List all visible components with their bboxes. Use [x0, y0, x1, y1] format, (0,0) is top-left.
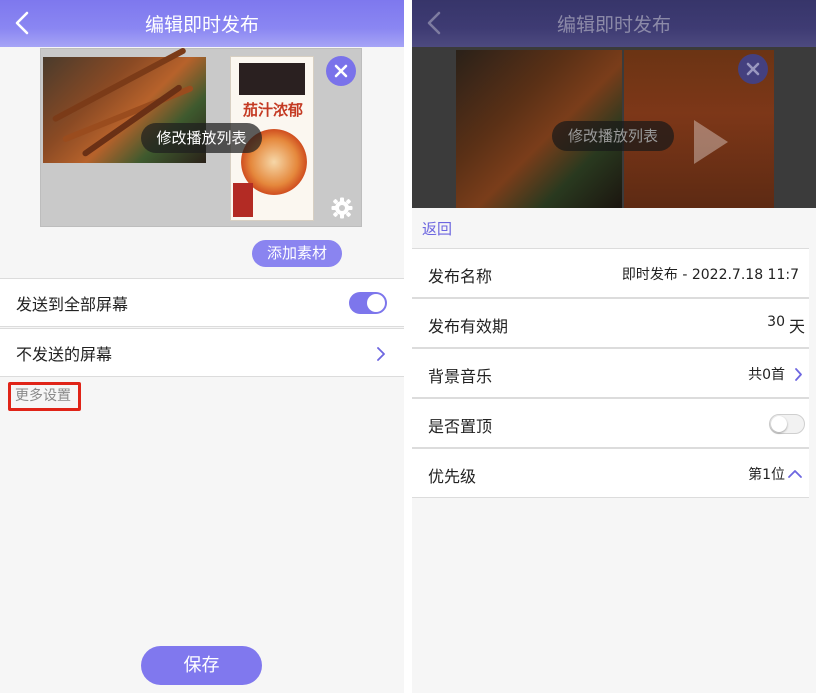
media-preview-dimmed: 修改播放列表	[412, 47, 816, 208]
send-all-screens-row: 发送到全部屏幕	[0, 278, 404, 327]
edit-playlist-button: 修改播放列表	[552, 121, 674, 151]
more-settings-sheet: 返回 发布名称 即时发布 - 2022.7.18 11:7 发布有效期 30 天…	[412, 208, 816, 693]
edit-playlist-button[interactable]: 修改播放列表	[141, 123, 262, 153]
chevron-right-icon	[795, 368, 802, 381]
validity-row[interactable]: 发布有效期 30 天	[412, 298, 809, 348]
pin-top-toggle[interactable]	[769, 414, 805, 434]
send-all-screens-toggle[interactable]	[349, 292, 387, 314]
edit-publish-screen: 编辑即时发布 茄汁浓郁 修改播放列表 添加素材 发送到全部屏幕 不发送的屏幕 更…	[0, 0, 404, 693]
excluded-screens-row[interactable]: 不发送的屏幕	[0, 328, 404, 377]
background-music-label: 背景音乐	[428, 367, 493, 386]
add-material-button[interactable]: 添加素材	[252, 240, 342, 267]
remove-media-button[interactable]	[326, 56, 356, 86]
excluded-screens-label: 不发送的屏幕	[16, 344, 113, 364]
validity-unit: 天	[788, 317, 805, 336]
media-preview[interactable]: 茄汁浓郁 修改播放列表	[40, 46, 362, 227]
back-arrow-icon	[427, 11, 441, 35]
page-title: 编辑即时发布	[144, 14, 259, 36]
back-arrow-icon[interactable]	[12, 11, 34, 35]
publish-name-label: 发布名称	[428, 267, 493, 286]
screen: 编辑即时发布 茄汁浓郁 修改播放列表 添加素材 发送到全部屏幕 不发送的屏幕 更…	[0, 0, 816, 693]
remove-media-button	[738, 54, 768, 84]
publish-name-value[interactable]: 即时发布 - 2022.7.18 11:7	[622, 264, 799, 284]
more-settings-link[interactable]: 更多设置	[8, 382, 81, 411]
priority-value: 第1位	[748, 467, 785, 483]
validity-value[interactable]: 30	[767, 314, 785, 330]
pin-top-row: 是否置顶	[412, 398, 809, 448]
return-link[interactable]: 返回	[422, 218, 452, 239]
play-icon	[694, 120, 728, 164]
priority-row[interactable]: 优先级 第1位	[412, 448, 809, 498]
chevron-up-icon	[788, 470, 802, 478]
page-title: 编辑即时发布	[556, 14, 671, 36]
priority-label: 优先级	[428, 467, 477, 486]
close-icon	[334, 64, 348, 78]
background-music-value: 共0首	[748, 367, 785, 383]
close-icon	[746, 62, 760, 76]
pin-top-label: 是否置顶	[428, 417, 493, 436]
publish-name-row[interactable]: 发布名称 即时发布 - 2022.7.18 11:7	[412, 248, 809, 298]
validity-label: 发布有效期	[428, 317, 509, 336]
title-bar-dimmed: 编辑即时发布	[412, 0, 816, 47]
gear-icon[interactable]	[331, 197, 353, 219]
chevron-right-icon	[377, 347, 385, 361]
background-music-row[interactable]: 背景音乐 共0首	[412, 348, 809, 398]
poster-text: 茄汁浓郁	[242, 101, 303, 119]
title-bar: 编辑即时发布	[0, 0, 404, 47]
send-all-screens-label: 发送到全部屏幕	[16, 294, 129, 314]
more-settings-screen: 编辑即时发布 修改播放列表 返回 发布名称 即时发布 - 2022.7.18 1…	[412, 0, 816, 693]
save-button[interactable]: 保存	[141, 646, 262, 685]
